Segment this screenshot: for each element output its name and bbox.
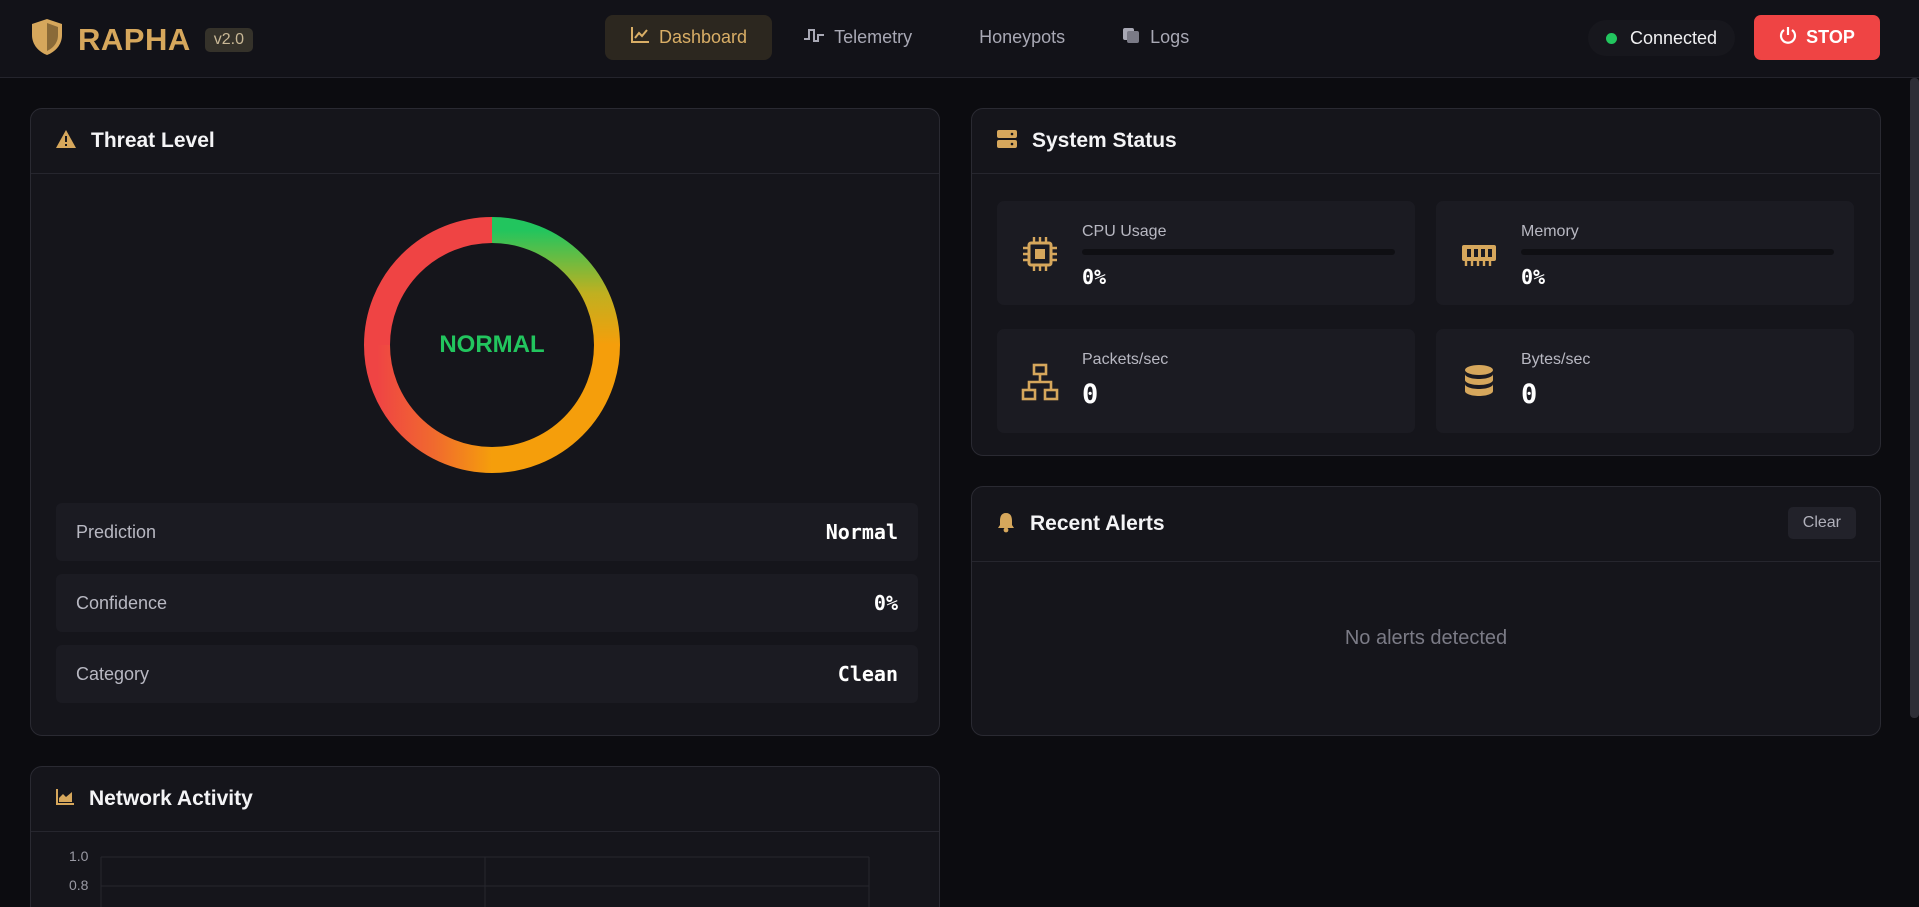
recent-alerts-title: Recent Alerts xyxy=(1030,512,1165,535)
nav-honeypots[interactable]: Honeypots xyxy=(943,15,1090,60)
scroll-icon xyxy=(1121,26,1150,49)
network-activity-card: Network Activity 1.0 0.8 xyxy=(30,766,940,907)
threat-level-title: Threat Level xyxy=(91,129,215,152)
confidence-label: Confidence xyxy=(76,592,168,613)
memory-tile: Memory 0% xyxy=(1436,201,1854,305)
chart-line-icon xyxy=(630,26,659,49)
memory-progress-bar xyxy=(1521,249,1834,255)
nav-logs[interactable]: Logs xyxy=(1096,15,1214,60)
threat-gauge: NORMAL xyxy=(364,217,620,473)
top-bar: RAPHA v2.0 Dashboard Telemetry Honeypots… xyxy=(0,0,1919,78)
status-dot xyxy=(1606,32,1617,44)
version-badge: v2.0 xyxy=(204,27,253,52)
system-status-title: System Status xyxy=(1032,129,1177,152)
prediction-value: Normal xyxy=(825,520,898,544)
prediction-label: Prediction xyxy=(76,521,157,542)
network-icon xyxy=(1021,363,1059,401)
category-value: Clean xyxy=(837,662,898,686)
system-status-card: System Status CPU Usage 0% Memory 0% Pac… xyxy=(971,108,1881,456)
clear-alerts-button[interactable]: Clear xyxy=(1787,507,1856,539)
nav-logs-label: Logs xyxy=(1150,27,1190,47)
nav-telemetry[interactable]: Telemetry xyxy=(778,15,937,60)
nav-dashboard-label: Dashboard xyxy=(659,27,748,47)
network-activity-header: Network Activity xyxy=(31,767,939,832)
bytes-value: 0 xyxy=(1521,379,1538,410)
power-icon xyxy=(1779,26,1806,49)
area-chart-icon xyxy=(55,788,75,811)
page-scrollbar[interactable] xyxy=(1910,78,1919,718)
main-nav: Dashboard Telemetry Honeypots Logs xyxy=(605,15,1220,60)
category-label: Category xyxy=(76,663,150,684)
network-chart: 1.0 0.8 xyxy=(31,833,939,907)
warning-icon xyxy=(55,129,77,154)
nav-honeypots-label: Honeypots xyxy=(979,27,1066,47)
connection-status: Connected xyxy=(1588,20,1736,56)
connection-status-label: Connected xyxy=(1630,27,1718,48)
empty-alerts-message: No alerts detected xyxy=(1344,627,1508,649)
nav-telemetry-label: Telemetry xyxy=(834,27,913,47)
confidence-row: Confidence 0% xyxy=(56,574,918,632)
stop-button[interactable]: STOP xyxy=(1754,15,1880,60)
packets-value: 0 xyxy=(1082,379,1099,410)
memory-label: Memory xyxy=(1521,223,1579,240)
cpu-label: CPU Usage xyxy=(1082,223,1167,240)
threat-level-header: Threat Level xyxy=(31,109,939,174)
cpu-icon xyxy=(1021,235,1059,273)
packets-label: Packets/sec xyxy=(1082,351,1169,368)
nav-dashboard[interactable]: Dashboard xyxy=(605,15,773,60)
packets-tile: Packets/sec 0 xyxy=(997,329,1415,433)
bytes-label: Bytes/sec xyxy=(1521,351,1591,368)
memory-value: 0% xyxy=(1521,265,1546,289)
bytes-tile: Bytes/sec 0 xyxy=(1436,329,1854,433)
cpu-tile: CPU Usage 0% xyxy=(997,201,1415,305)
prediction-row: Prediction Normal xyxy=(56,503,918,561)
bell-icon xyxy=(996,511,1016,538)
app-name: RAPHA xyxy=(78,21,191,57)
network-activity-title: Network Activity xyxy=(89,787,253,810)
pulse-icon xyxy=(803,26,834,49)
network-chart-grid xyxy=(100,856,870,907)
confidence-value: 0% xyxy=(873,591,898,615)
shield-icon xyxy=(30,18,64,61)
brand[interactable]: RAPHA v2.0 xyxy=(30,18,253,61)
server-icon xyxy=(996,129,1018,154)
category-row: Category Clean xyxy=(56,645,918,703)
threat-level-value: NORMAL xyxy=(439,331,545,358)
stop-button-label: STOP xyxy=(1806,27,1855,47)
recent-alerts-header: Recent Alerts Clear xyxy=(972,487,1880,562)
database-icon xyxy=(1460,363,1498,401)
cpu-progress-bar xyxy=(1082,249,1395,255)
recent-alerts-card: Recent Alerts Clear No alerts detected xyxy=(971,486,1881,736)
cpu-value: 0% xyxy=(1082,265,1107,289)
threat-level-card: Threat Level NORMAL Prediction Normal Co… xyxy=(30,108,940,736)
memory-icon xyxy=(1460,235,1498,273)
system-status-header: System Status xyxy=(972,109,1880,174)
